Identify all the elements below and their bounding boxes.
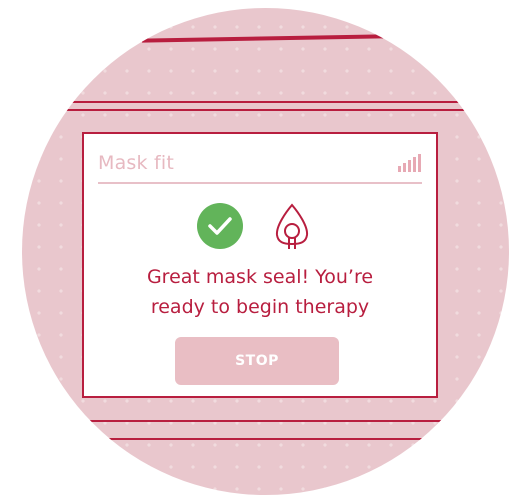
check-circle-icon (197, 203, 243, 249)
bottom-divider-band (22, 420, 509, 440)
panel-title: Mask fit (98, 152, 174, 174)
top-accent-line (141, 33, 443, 43)
status-message-line-2: ready to begin therapy (150, 296, 370, 318)
stop-button[interactable]: STOP (175, 337, 339, 385)
status-message-line-1: Great mask seal! You’re (146, 266, 374, 288)
mask-icon (275, 203, 309, 249)
top-divider-band (22, 101, 509, 111)
status-message: Great mask seal! You’re ready to begin t… (84, 262, 436, 322)
signal-strength-icon (398, 154, 422, 172)
panel-header: Mask fit (98, 152, 422, 184)
mask-fit-panel: Mask fit Great mask seal! You’re ready t… (82, 132, 438, 398)
